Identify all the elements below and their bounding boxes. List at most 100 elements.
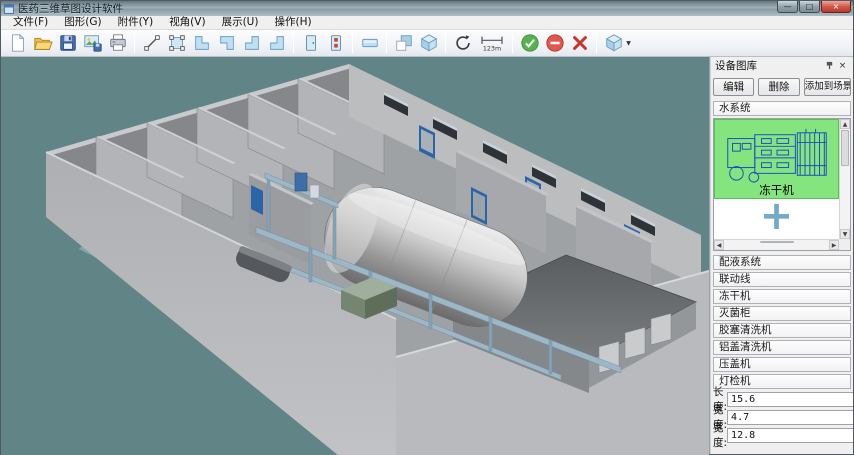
new-button[interactable] bbox=[5, 31, 30, 55]
toolbar-separator bbox=[352, 33, 353, 53]
door-icon bbox=[301, 33, 321, 53]
remove-minus-icon bbox=[545, 33, 565, 53]
confirm-button[interactable] bbox=[517, 31, 542, 55]
gallery-item-freeze-dryer[interactable]: 冻干机 bbox=[714, 119, 839, 199]
rotate-view-button[interactable] bbox=[450, 31, 475, 55]
width-input[interactable] bbox=[727, 410, 853, 425]
scroll-left-icon[interactable]: ◀ bbox=[714, 240, 724, 250]
measure-button[interactable]: 123m bbox=[475, 31, 508, 55]
gallery-horizontal-scrollbar[interactable]: ◀ ▶ bbox=[714, 239, 839, 250]
length-input[interactable] bbox=[727, 392, 853, 407]
new-document-icon bbox=[8, 33, 28, 53]
polygon-tool-icon bbox=[167, 33, 187, 53]
window-title: 医药三维草图设计软件 bbox=[18, 1, 776, 16]
measure-label: 123m bbox=[482, 45, 500, 52]
menu-bar: 文件(F) 图形(G) 附件(Y) 视角(V) 展示(U) 操作(H) bbox=[1, 16, 853, 30]
toolbar: 123m ▼ bbox=[1, 30, 853, 57]
open-button[interactable] bbox=[30, 31, 55, 55]
menu-attachments[interactable]: 附件(Y) bbox=[110, 16, 162, 29]
door-tool-button[interactable] bbox=[298, 31, 323, 55]
gallery-add-item[interactable]: + bbox=[714, 199, 839, 239]
minimize-button[interactable]: — bbox=[777, 1, 798, 13]
polygon-tool-button[interactable] bbox=[164, 31, 189, 55]
scroll-up-icon[interactable]: ▲ bbox=[840, 119, 850, 129]
menu-display[interactable]: 展示(U) bbox=[214, 16, 267, 29]
wall-corner-3-button[interactable] bbox=[239, 31, 264, 55]
vertical-scroll-thumb[interactable] bbox=[841, 130, 849, 166]
category-stopper-washer[interactable]: 胶塞清洗机 bbox=[713, 323, 851, 338]
category-freeze-dryer[interactable]: 冻干机 bbox=[713, 289, 851, 304]
edit-button[interactable]: 编辑 bbox=[713, 78, 754, 96]
window-tool-button[interactable] bbox=[357, 31, 382, 55]
field-height: 宽度: bbox=[713, 427, 851, 443]
print-button[interactable] bbox=[105, 31, 130, 55]
freeze-dryer-thumbnail-drawing bbox=[721, 127, 833, 183]
menu-view-angle[interactable]: 视角(V) bbox=[161, 16, 213, 29]
overlap-shapes-icon bbox=[394, 33, 414, 53]
scroll-right-icon[interactable]: ▶ bbox=[829, 240, 839, 250]
horizontal-scroll-thumb[interactable] bbox=[760, 241, 794, 243]
wall-corner-icon bbox=[217, 33, 237, 53]
wall-corner-icon bbox=[192, 33, 212, 53]
export-image-button[interactable] bbox=[80, 31, 105, 55]
overlap-shapes-button[interactable] bbox=[391, 31, 416, 55]
cube-tool-button[interactable] bbox=[416, 31, 441, 55]
category-sterilizer[interactable]: 灭菌柜 bbox=[713, 306, 851, 321]
line-tool-button[interactable] bbox=[139, 31, 164, 55]
gallery-vertical-scrollbar[interactable]: ▲ ▼ bbox=[839, 119, 850, 239]
wall-corner-1-button[interactable] bbox=[189, 31, 214, 55]
export-image-icon bbox=[83, 33, 103, 53]
category-cap-washer[interactable]: 铝盖清洗机 bbox=[713, 340, 851, 355]
safety-sign-button[interactable] bbox=[323, 31, 348, 55]
pin-icon[interactable] bbox=[823, 59, 836, 72]
height-input[interactable] bbox=[727, 428, 853, 443]
toolbar-separator bbox=[134, 33, 135, 53]
window-icon bbox=[360, 33, 380, 53]
menu-operate[interactable]: 操作(H) bbox=[266, 16, 319, 29]
title-bar: 医药三维草图设计软件 — □ × bbox=[1, 1, 853, 16]
category-capping-machine[interactable]: 压盖机 bbox=[713, 357, 851, 372]
caret-down-icon: ▼ bbox=[626, 40, 631, 47]
wall-corner-icon bbox=[267, 33, 287, 53]
view-mode-button[interactable]: ▼ bbox=[601, 31, 634, 55]
section-water-system[interactable]: 水系统 bbox=[713, 101, 851, 116]
panel-button-row: 编辑 删除 添加到场景 bbox=[713, 78, 851, 96]
category-liquid-prep-system[interactable]: 配液系统 bbox=[713, 255, 851, 270]
line-tool-icon bbox=[142, 33, 162, 53]
panel-header: 设备图库 × bbox=[713, 57, 851, 74]
delete-item-button[interactable]: 删除 bbox=[758, 78, 799, 96]
app-icon bbox=[4, 4, 14, 14]
category-light-inspector[interactable]: 灯检机 bbox=[713, 374, 851, 389]
field-height-label: 宽度: bbox=[713, 420, 727, 450]
safety-sign-icon bbox=[326, 33, 346, 53]
view-cube-icon bbox=[604, 33, 624, 53]
scroll-down-icon[interactable]: ▼ bbox=[840, 229, 850, 239]
open-folder-icon bbox=[33, 33, 53, 53]
print-icon bbox=[108, 33, 128, 53]
viewport-3d-scene bbox=[1, 57, 709, 455]
wall-corner-4-button[interactable] bbox=[264, 31, 289, 55]
app-window: 医药三维草图设计软件 — □ × 文件(F) 图形(G) 附件(Y) 视角(V)… bbox=[0, 0, 854, 455]
menu-graphics[interactable]: 图形(G) bbox=[56, 16, 109, 29]
save-floppy-icon bbox=[58, 33, 78, 53]
remove-button[interactable] bbox=[542, 31, 567, 55]
field-width: 宽度: bbox=[713, 409, 851, 425]
wall-corner-2-button[interactable] bbox=[214, 31, 239, 55]
add-to-scene-button[interactable]: 添加到场景 bbox=[804, 78, 851, 96]
toolbar-separator bbox=[386, 33, 387, 53]
panel-close-icon[interactable]: × bbox=[836, 59, 849, 72]
delete-button[interactable] bbox=[567, 31, 592, 55]
menu-file[interactable]: 文件(F) bbox=[5, 16, 56, 29]
measure-icon: 123m bbox=[478, 33, 506, 53]
category-linkage-line[interactable]: 联动线 bbox=[713, 272, 851, 287]
rotate-icon bbox=[453, 33, 473, 53]
close-button[interactable]: × bbox=[821, 1, 851, 13]
toolbar-separator bbox=[445, 33, 446, 53]
save-button[interactable] bbox=[55, 31, 80, 55]
field-length: 长度: bbox=[713, 391, 851, 407]
viewport-3d[interactable] bbox=[1, 57, 709, 454]
toolbar-separator bbox=[293, 33, 294, 53]
cube-icon bbox=[419, 33, 439, 53]
toolbar-separator bbox=[596, 33, 597, 53]
maximize-button[interactable]: □ bbox=[799, 1, 820, 13]
